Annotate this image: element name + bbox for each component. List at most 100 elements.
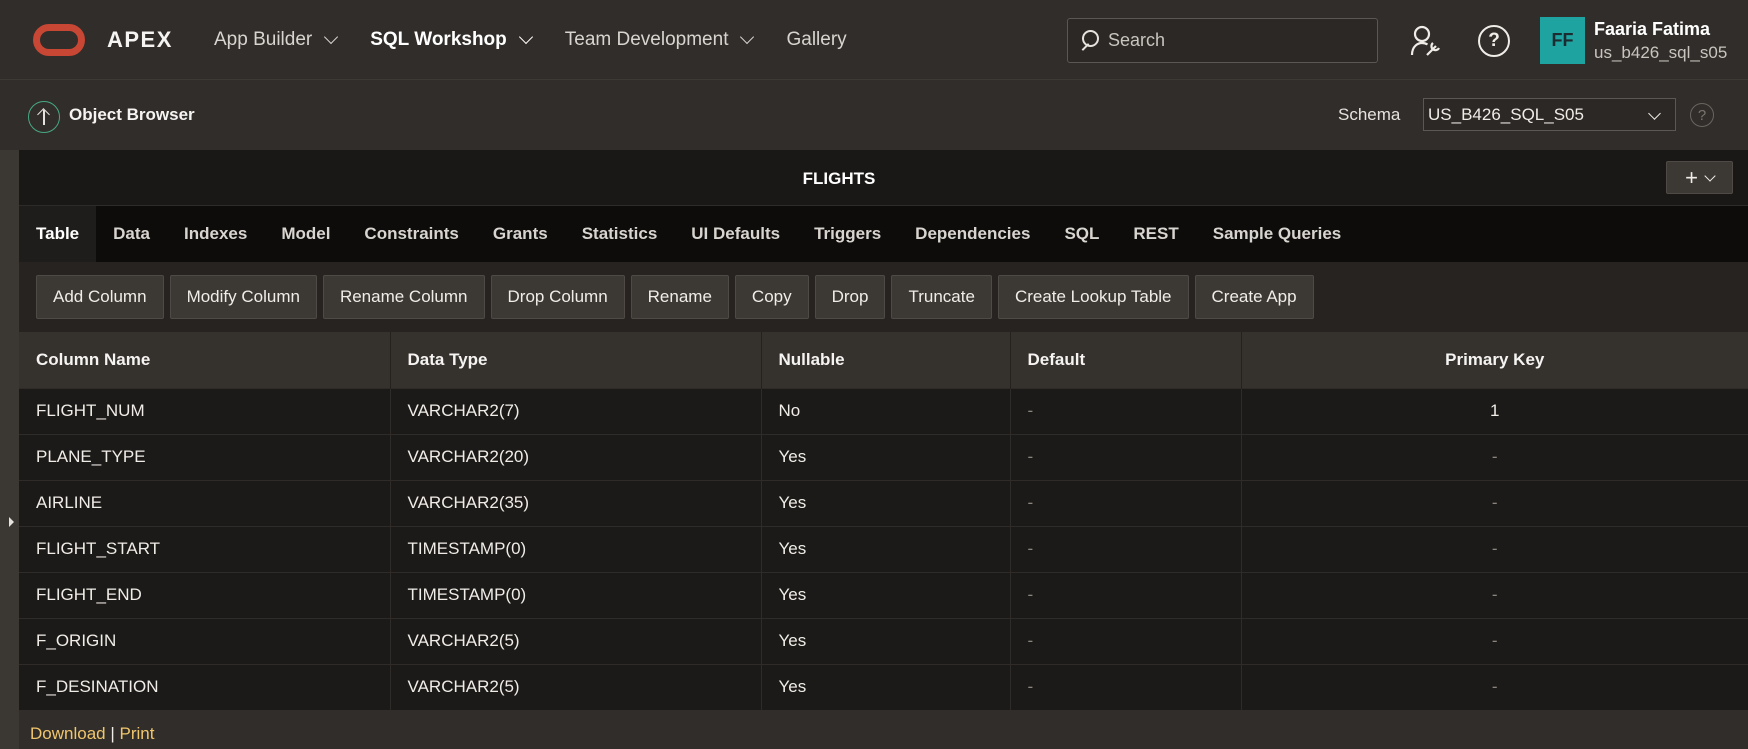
- tab-dependencies[interactable]: Dependencies: [898, 206, 1047, 262]
- nav-label: App Builder: [214, 29, 313, 50]
- column-header-column-name: Column Name: [19, 332, 391, 388]
- expand-panel-icon[interactable]: [9, 517, 14, 527]
- main-nav: App Builder SQL Workshop Team Developmen…: [214, 0, 881, 80]
- tab-constraints[interactable]: Constraints: [347, 206, 475, 262]
- object-title: FLIGHTS: [802, 169, 876, 188]
- oracle-logo-icon: [33, 24, 85, 56]
- column-header-data-type: Data Type: [390, 332, 762, 388]
- column-header-default: Default: [1010, 332, 1242, 388]
- avatar[interactable]: FF: [1540, 17, 1585, 64]
- arrow-up-icon[interactable]: [28, 101, 60, 133]
- table-cell: -: [1241, 479, 1748, 526]
- schema-select[interactable]: US_B426_SQL_S05: [1423, 98, 1676, 131]
- table-cell: Yes: [761, 617, 1011, 664]
- table-cell: FLIGHT_START: [19, 525, 391, 572]
- schema-help-icon[interactable]: ?: [1690, 103, 1714, 127]
- table-cell: -: [1010, 433, 1242, 480]
- tab-table[interactable]: Table: [19, 206, 97, 262]
- table-cell: -: [1010, 525, 1242, 572]
- nav-gallery[interactable]: Gallery: [786, 29, 846, 51]
- table-cell: No: [761, 387, 1011, 434]
- tab-indexes[interactable]: Indexes: [167, 206, 264, 262]
- administration-icon[interactable]: [1409, 24, 1443, 58]
- table-cell: -: [1241, 571, 1748, 618]
- tab-rest[interactable]: REST: [1116, 206, 1195, 262]
- link-separator: |: [110, 724, 115, 743]
- search-box[interactable]: [1067, 18, 1378, 63]
- chevron-down-icon: [1704, 169, 1716, 182]
- help-icon[interactable]: ?: [1478, 25, 1510, 57]
- apex-logo[interactable]: APEX: [33, 24, 173, 56]
- tab-grants[interactable]: Grants: [476, 206, 565, 262]
- rename-button[interactable]: Rename: [630, 275, 729, 319]
- table-row: F_DESINATION VARCHAR2(5) Yes - -: [19, 663, 1748, 710]
- table-cell: -: [1010, 387, 1242, 434]
- table-cell: TIMESTAMP(0): [390, 571, 762, 618]
- object-tabs: Table Data Indexes Model Constraints Grants St…: [19, 206, 1748, 262]
- copy-button[interactable]: Copy: [734, 275, 809, 319]
- table-row: F_ORIGIN VARCHAR2(5) Yes - -: [19, 617, 1748, 664]
- table-cell: Yes: [761, 433, 1011, 480]
- table-row: FLIGHT_END TIMESTAMP(0) Yes - -: [19, 571, 1748, 618]
- table-cell: VARCHAR2(5): [390, 617, 762, 664]
- table-cell: Yes: [761, 571, 1011, 618]
- search-input[interactable]: [1108, 20, 1377, 61]
- table-cell: -: [1241, 663, 1748, 710]
- nav-team-development[interactable]: Team Development: [565, 29, 755, 51]
- nav-label: SQL Workshop: [370, 29, 507, 50]
- table-cell: VARCHAR2(35): [390, 479, 762, 526]
- table-cell: VARCHAR2(7): [390, 387, 762, 434]
- table-cell: Yes: [761, 479, 1011, 526]
- create-app-button[interactable]: Create App: [1194, 275, 1314, 319]
- tab-model[interactable]: Model: [264, 206, 347, 262]
- report-links: Download | Print: [30, 724, 154, 744]
- object-tree-collapsed-panel[interactable]: [0, 150, 19, 749]
- nav-app-builder[interactable]: App Builder: [214, 29, 339, 51]
- print-link[interactable]: Print: [120, 724, 155, 743]
- chevron-down-icon: [1648, 107, 1661, 120]
- schema-value: US_B426_SQL_S05: [1428, 104, 1584, 124]
- table-cell: -: [1010, 571, 1242, 618]
- table-cell: Yes: [761, 663, 1011, 710]
- user-schema: us_b426_sql_s05: [1594, 43, 1728, 62]
- table-cell: F_ORIGIN: [19, 617, 391, 664]
- drop-column-button[interactable]: Drop Column: [490, 275, 625, 319]
- tab-statistics[interactable]: Statistics: [565, 206, 675, 262]
- table-cell: 1: [1241, 387, 1748, 434]
- table-cell: -: [1241, 525, 1748, 572]
- create-object-menu-button[interactable]: +: [1666, 161, 1733, 194]
- user-name[interactable]: Faaria Fatima: [1594, 19, 1710, 40]
- create-lookup-table-button[interactable]: Create Lookup Table: [997, 275, 1189, 319]
- tab-sql[interactable]: SQL: [1047, 206, 1116, 262]
- tab-data[interactable]: Data: [96, 206, 167, 262]
- chevron-down-icon: [518, 29, 533, 45]
- search-icon: [1080, 29, 1104, 53]
- table-cell: Yes: [761, 525, 1011, 572]
- table-row: FLIGHT_START TIMESTAMP(0) Yes - -: [19, 525, 1748, 572]
- truncate-button[interactable]: Truncate: [891, 275, 992, 319]
- page-title: Object Browser: [69, 105, 195, 124]
- table-cell: PLANE_TYPE: [19, 433, 391, 480]
- table-cell: -: [1010, 663, 1242, 710]
- column-header-nullable: Nullable: [761, 332, 1011, 388]
- tab-triggers[interactable]: Triggers: [797, 206, 898, 262]
- table-cell: -: [1010, 617, 1242, 664]
- table-cell: F_DESINATION: [19, 663, 391, 710]
- nav-label: Gallery: [786, 29, 847, 50]
- chevron-down-icon: [740, 29, 755, 45]
- table-cell: -: [1241, 433, 1748, 480]
- tab-sample-queries[interactable]: Sample Queries: [1196, 206, 1359, 262]
- modify-column-button[interactable]: Modify Column: [169, 275, 317, 319]
- logo-text: APEX: [107, 27, 173, 52]
- drop-button[interactable]: Drop: [814, 275, 886, 319]
- region-header: FLIGHTS: [19, 150, 1748, 206]
- tab-ui-defaults[interactable]: UI Defaults: [674, 206, 797, 262]
- rename-column-button[interactable]: Rename Column: [322, 275, 485, 319]
- table-cell: FLIGHT_END: [19, 571, 391, 618]
- table-actions-toolbar: Add Column Modify Column Rename Column Drop…: [19, 262, 1748, 332]
- add-column-button[interactable]: Add Column: [36, 275, 164, 319]
- table-cell: VARCHAR2(5): [390, 663, 762, 710]
- nav-sql-workshop[interactable]: SQL Workshop: [370, 29, 533, 51]
- download-link[interactable]: Download: [30, 724, 106, 743]
- table-header-row: Column Name Data Type Nullable Default Prima…: [19, 332, 1748, 388]
